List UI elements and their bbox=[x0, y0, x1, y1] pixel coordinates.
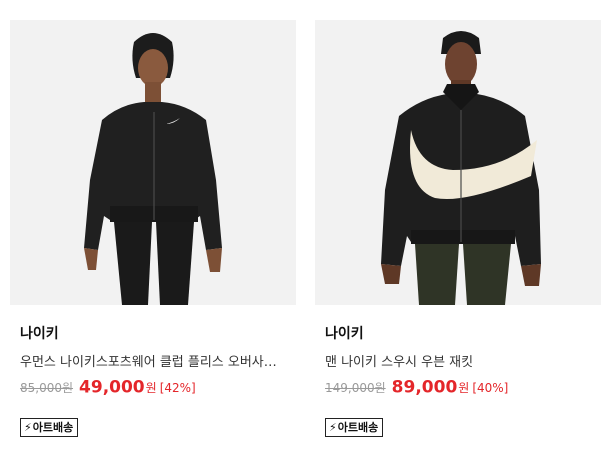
product-image[interactable] bbox=[10, 20, 296, 305]
product-card[interactable]: 나이키 맨 나이키 스우시 우븐 재킷 149,000원 89,000원 [40%]… bbox=[315, 20, 601, 437]
product-image[interactable] bbox=[315, 20, 601, 305]
mens-jacket-image bbox=[315, 20, 601, 305]
discount-rate: [42%] bbox=[159, 380, 196, 395]
sale-price: 89,000 bbox=[391, 377, 458, 398]
original-price: 85,000원 bbox=[20, 381, 74, 395]
delivery-badge: ⚡ 아트배송 bbox=[20, 418, 79, 437]
original-price: 149,000원 bbox=[325, 381, 386, 395]
lightning-icon: ⚡ bbox=[24, 421, 32, 434]
womens-jacket-image bbox=[10, 20, 296, 305]
product-name[interactable]: 우먼스 나이키스포츠웨어 클럽 플리스 오버사이즈 크롭 풀집 재킷 bbox=[20, 351, 282, 370]
currency-label: 원 bbox=[145, 381, 157, 395]
product-name[interactable]: 맨 나이키 스우시 우븐 재킷 bbox=[325, 351, 587, 370]
lightning-icon: ⚡ bbox=[329, 421, 337, 434]
sale-price: 49,000 bbox=[79, 377, 145, 398]
product-card[interactable]: 나이키 우먼스 나이키스포츠웨어 클럽 플리스 오버사이즈 크롭 풀집 재킷 8… bbox=[10, 20, 296, 437]
product-brand[interactable]: 나이키 bbox=[325, 323, 364, 343]
badge-label: 아트배송 bbox=[32, 421, 74, 434]
currency-label: 원 bbox=[458, 381, 470, 395]
price-row: 149,000원 89,000원 [40%] bbox=[325, 377, 508, 398]
product-brand[interactable]: 나이키 bbox=[20, 323, 59, 343]
discount-rate: [40%] bbox=[472, 380, 509, 395]
badge-label: 아트배송 bbox=[337, 421, 379, 434]
delivery-badge: ⚡ 아트배송 bbox=[325, 418, 384, 437]
price-row: 85,000원 49,000원 [42%] bbox=[20, 377, 196, 398]
